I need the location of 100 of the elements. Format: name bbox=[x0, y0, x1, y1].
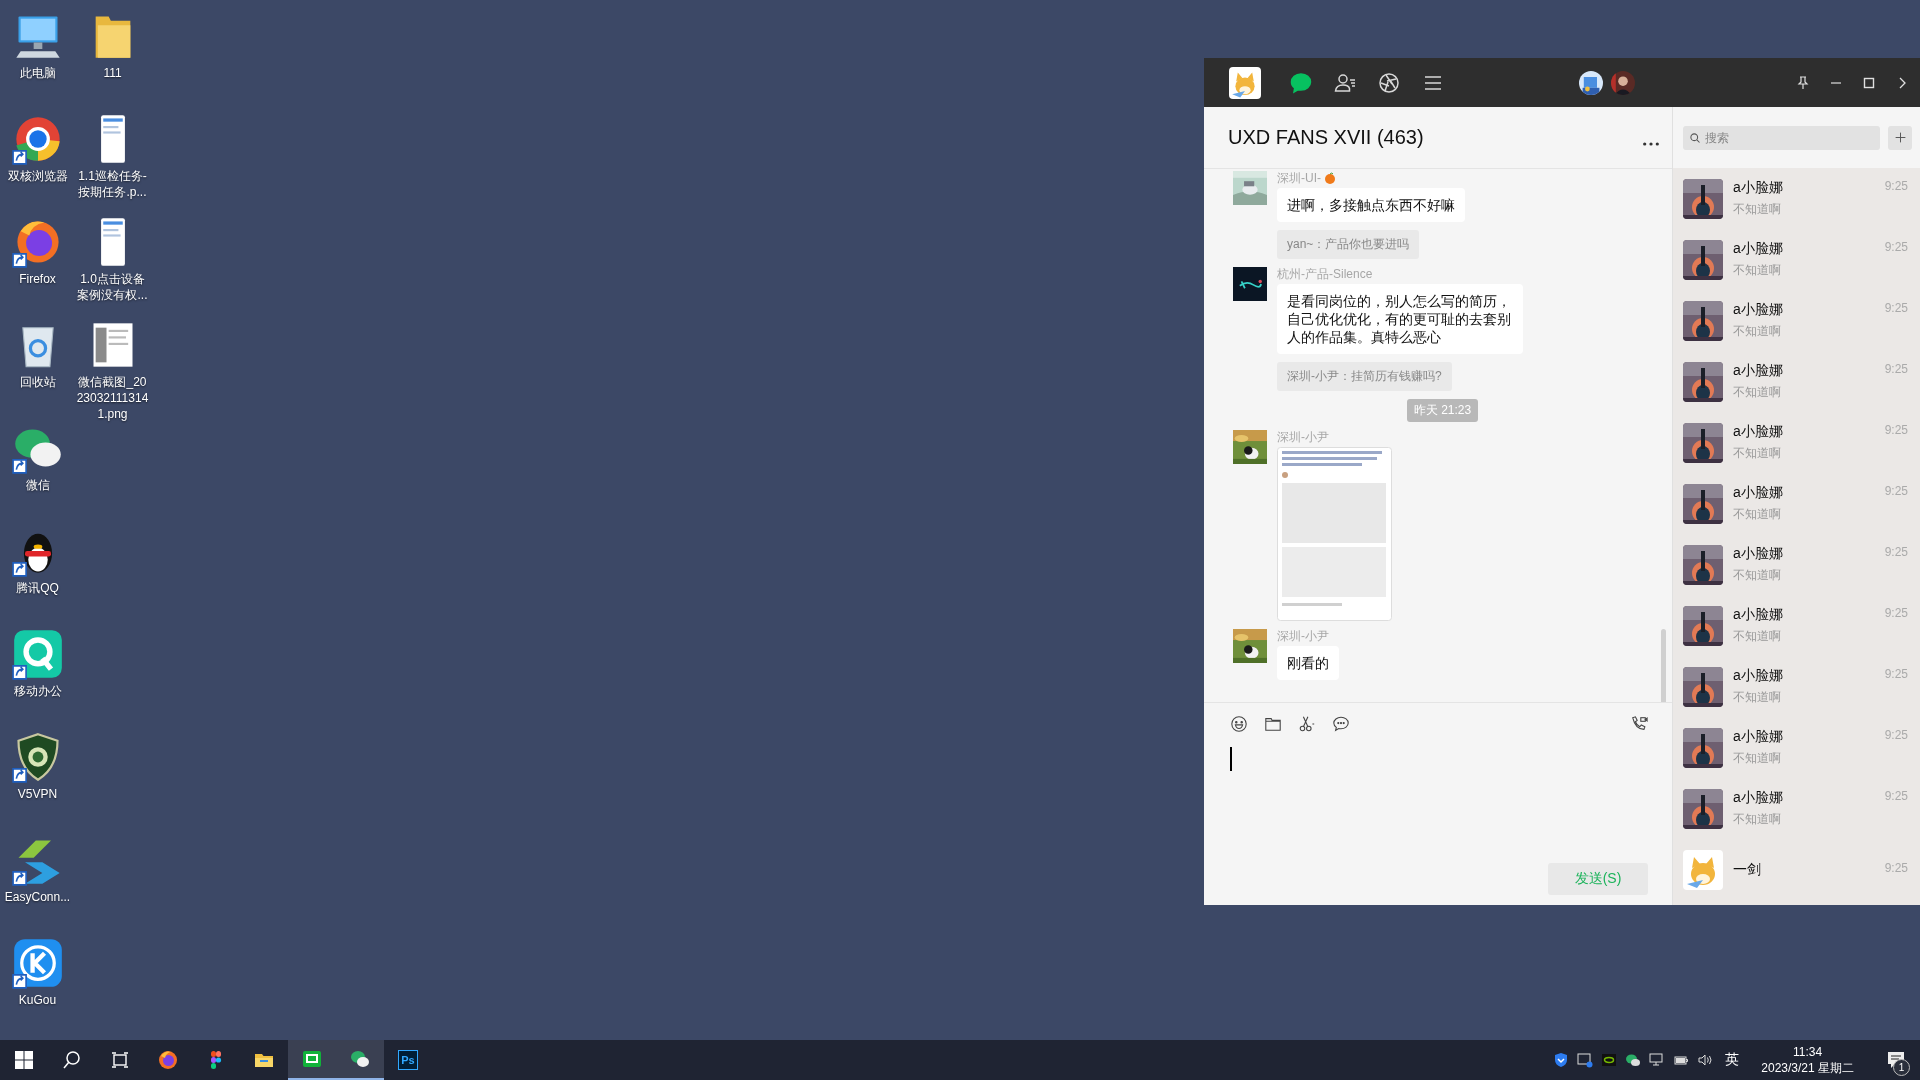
contact-name: a小脸娜 bbox=[1733, 484, 1783, 502]
windows-icon bbox=[14, 1050, 34, 1070]
wechat-icon bbox=[350, 1049, 370, 1069]
desktop-icon-label: KuGou bbox=[17, 992, 58, 1008]
fruit-icon bbox=[1324, 172, 1336, 184]
kugou-icon[interactable] bbox=[11, 937, 64, 989]
message-time: 9:25 bbox=[1884, 789, 1908, 803]
clock[interactable]: 11:34 2023/3/21 星期二 bbox=[1751, 1044, 1864, 1076]
message-time: 9:25 bbox=[1884, 667, 1908, 681]
message-bubble: 进啊，多接触点东西不好嘛 bbox=[1277, 188, 1465, 222]
conversation-item[interactable]: a小脸娜 9:25 不知道啊 bbox=[1673, 229, 1920, 290]
message-bubble: 刚看的 bbox=[1277, 646, 1339, 680]
monitor-icon bbox=[302, 1049, 322, 1069]
conversation-item[interactable]: a小脸娜 9:25 不知道啊 bbox=[1673, 656, 1920, 717]
quoted-reply: 深圳-小尹：挂简历有钱赚吗? bbox=[1277, 362, 1452, 391]
quoted-reply: yan~：产品你也要进吗 bbox=[1277, 230, 1420, 259]
conversation-item[interactable]: a小脸娜 9:25 不知道啊 bbox=[1673, 290, 1920, 351]
message-preview: 不知道啊 bbox=[1733, 506, 1782, 523]
message-time: 9:25 bbox=[1884, 423, 1908, 437]
message-preview: 不知道啊 bbox=[1733, 384, 1782, 401]
search-icon bbox=[62, 1050, 82, 1070]
message-time: 9:25 bbox=[1884, 362, 1908, 376]
scissors-icon[interactable] bbox=[1298, 715, 1316, 733]
contact-name: a小脸娜 bbox=[1733, 789, 1783, 807]
desktop-icon-label: 回收站 bbox=[18, 374, 57, 390]
message-preview: 不知道啊 bbox=[1733, 750, 1782, 767]
desktop-icon-label: EasyConn... bbox=[3, 889, 72, 905]
speaker-icon[interactable] bbox=[1697, 1052, 1714, 1068]
message-time: 9:25 bbox=[1884, 728, 1908, 742]
conversation-item[interactable]: a小脸娜 9:25 不知道啊 bbox=[1673, 168, 1920, 229]
search-field[interactable]: 搜索 bbox=[1683, 125, 1880, 150]
message-bubble: 是看同岗位的，别人怎么写的简历，自己优化优化，有的更可耻的去套别人的作品集。真特么恶心 bbox=[1277, 284, 1523, 354]
message-time: 9:25 bbox=[1884, 301, 1908, 315]
message-preview: 不知道啊 bbox=[1733, 323, 1782, 340]
taskbar-button[interactable] bbox=[336, 1040, 384, 1080]
desktop-icon-label: 腾讯QQ bbox=[15, 580, 60, 596]
folder-icon[interactable] bbox=[1264, 715, 1282, 733]
contact-name: a小脸娜 bbox=[1733, 301, 1783, 319]
notification-button[interactable]: 1 bbox=[1872, 1040, 1920, 1080]
add-button[interactable] bbox=[1888, 125, 1912, 150]
wechat-icon[interactable] bbox=[1625, 1052, 1642, 1068]
sender-name: 深圳-小尹 bbox=[1277, 629, 1329, 643]
plus-icon bbox=[1893, 131, 1907, 144]
display-icon[interactable] bbox=[1577, 1052, 1594, 1068]
conversation-item[interactable]: 一剑 9:25 bbox=[1673, 839, 1920, 900]
message-time: 9:25 bbox=[1884, 545, 1908, 559]
conversation-item[interactable]: a小脸娜 9:25 不知道啊 bbox=[1673, 412, 1920, 473]
search-icon bbox=[1689, 131, 1701, 144]
desktop-icon-label: 微信 bbox=[24, 477, 51, 493]
desktop-icon-label: 此电脑 bbox=[18, 65, 57, 81]
sender-name: 深圳-UI- bbox=[1277, 171, 1321, 185]
photoshop-icon: Ps bbox=[398, 1050, 418, 1070]
desktop-icon-label: 1.0点击设备案例没有权... bbox=[76, 271, 149, 303]
contact-name: a小脸娜 bbox=[1733, 606, 1783, 624]
message-time: 9:25 bbox=[1884, 240, 1908, 254]
chat-title: UXD FANS XVII (463) bbox=[1228, 126, 1424, 149]
message-time: 9:25 bbox=[1884, 606, 1908, 620]
network-icon[interactable] bbox=[1649, 1052, 1666, 1068]
message-time: 9:25 bbox=[1884, 179, 1908, 193]
call-icon[interactable] bbox=[1630, 715, 1648, 733]
emoji-icon[interactable] bbox=[1230, 715, 1248, 733]
firefox-icon bbox=[158, 1050, 178, 1070]
chat-bubble-icon[interactable] bbox=[1289, 70, 1313, 95]
timestamp: 昨天 21:23 bbox=[1406, 399, 1479, 422]
contact-name: a小脸娜 bbox=[1733, 667, 1783, 685]
conversation-item[interactable]: a小脸娜 9:25 不知道啊 bbox=[1673, 473, 1920, 534]
taskbar-button[interactable] bbox=[288, 1040, 336, 1080]
desktop-icon-label: 移动办公 bbox=[12, 683, 63, 699]
message-preview: 不知道啊 bbox=[1733, 567, 1782, 584]
more-icon[interactable] bbox=[1642, 140, 1660, 147]
sender-name: 杭州-产品-Silence bbox=[1277, 267, 1373, 281]
contact-name: a小脸娜 bbox=[1733, 545, 1783, 563]
sender-name: 深圳-小尹 bbox=[1277, 430, 1329, 444]
task-view-icon bbox=[110, 1050, 130, 1070]
contact-name: a小脸娜 bbox=[1733, 423, 1783, 441]
taskbar-button[interactable]: Ps bbox=[384, 1040, 432, 1080]
desktop-icon-label: 111 bbox=[102, 65, 123, 81]
conversation-item[interactable]: a小脸娜 9:25 不知道啊 bbox=[1673, 351, 1920, 412]
message-preview: 不知道啊 bbox=[1733, 628, 1782, 645]
office-icon[interactable] bbox=[11, 628, 64, 680]
message-preview: 不知道啊 bbox=[1733, 445, 1782, 462]
chat-bubble-icon[interactable] bbox=[1332, 715, 1350, 733]
conversation-item[interactable]: a小脸娜 9:25 不知道啊 bbox=[1673, 595, 1920, 656]
contact-name: a小脸娜 bbox=[1733, 179, 1783, 197]
conversation-item[interactable]: a小脸娜 9:25 不知道啊 bbox=[1673, 778, 1920, 839]
desktop-icon-label: V5VPN bbox=[16, 786, 59, 802]
clock-time: 11:34 bbox=[1793, 1044, 1823, 1060]
contact-name: a小脸娜 bbox=[1733, 728, 1783, 746]
message-preview: 不知道啊 bbox=[1733, 201, 1782, 218]
conversation-item[interactable]: a小脸娜 9:25 不知道啊 bbox=[1673, 717, 1920, 778]
shield-icon[interactable] bbox=[1553, 1052, 1570, 1068]
clock-date: 2023/3/21 星期二 bbox=[1761, 1060, 1854, 1076]
contact-name: 一剑 bbox=[1733, 860, 1761, 879]
pin-icon[interactable] bbox=[1795, 74, 1811, 91]
aperture-icon[interactable] bbox=[1377, 70, 1401, 95]
input-method-indicator[interactable]: 英 bbox=[1721, 1051, 1744, 1069]
message-time: 9:25 bbox=[1884, 860, 1908, 875]
message-preview: 不知道啊 bbox=[1733, 811, 1782, 828]
conversation-item[interactable]: a小脸娜 9:25 不知道啊 bbox=[1673, 534, 1920, 595]
nvidia-icon[interactable] bbox=[1601, 1052, 1618, 1068]
